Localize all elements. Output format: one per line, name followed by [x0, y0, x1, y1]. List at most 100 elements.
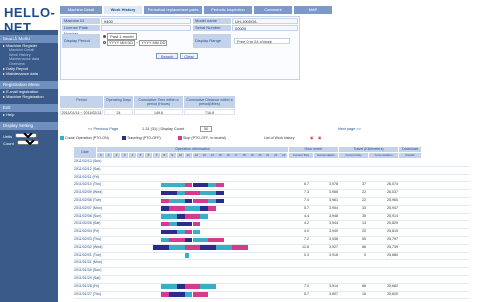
cell-t1: 35 [362, 213, 366, 218]
clear-button[interactable]: Clear [180, 53, 198, 59]
row-date[interactable]: 2011/02/06 (Sun) [74, 214, 102, 218]
model-label: Model name [193, 18, 231, 24]
operation-segment [216, 198, 225, 203]
date-to-input[interactable]: YYYY MM DD [139, 40, 168, 46]
operation-segment [216, 182, 225, 188]
row-date[interactable]: 2011/01/29 (Sat) [74, 276, 101, 280]
cell-t1: 20 [362, 229, 366, 234]
legend-item-1: Traveling (PTO-OFF) [122, 136, 161, 141]
operation-segment [184, 214, 201, 219]
cell-t1: 37 [362, 182, 366, 187]
table-row [74, 220, 470, 222]
pager-info: 1-31 (31) | Display Count [142, 127, 185, 131]
display-range-select[interactable]: Free 0 to 24 o'clock [234, 38, 290, 44]
download-header: Download [399, 147, 421, 152]
cell-t1: 0 [364, 252, 366, 257]
hour-meter-header: Hour meter [289, 147, 338, 152]
operation-segment [200, 214, 209, 219]
row-date[interactable]: 2011/02/11 (Fri) [74, 175, 99, 179]
plate-value [101, 25, 191, 31]
row-date[interactable]: 2011/02/02 (Wed) [74, 245, 102, 249]
sidebar-section-4: Display Setting [0, 122, 58, 131]
row-date[interactable]: 2011/01/27 (Thu) [74, 292, 101, 296]
summary-value-3: 716.8 [184, 109, 235, 115]
sidebar-section-2: Exit [0, 104, 58, 113]
row-date[interactable]: 2011/02/01 (Tue) [74, 253, 101, 257]
legend-item-2: Stop (PTO-OFF, in neutral) [178, 136, 226, 141]
table-row [74, 236, 470, 237]
sidebar-item-1-1[interactable]: ▸ Machine Registration [0, 94, 58, 99]
tab-work-history[interactable]: Work History [104, 6, 142, 14]
cell-h1: 5.7 [304, 205, 309, 210]
summary-header-0: Period [60, 96, 103, 108]
tab-map[interactable]: MAP [294, 6, 332, 14]
operation-segment [184, 190, 201, 196]
row-date[interactable]: 2011/02/05 (Sat) [74, 221, 101, 225]
row-date[interactable]: 2011/01/30 (Sun) [74, 268, 102, 272]
pdf-download-icon[interactable]: ▣ [318, 136, 321, 140]
count-select[interactable]: 50 [16, 140, 39, 146]
row-date[interactable]: 2011/01/28 (Fri) [74, 284, 99, 288]
tab-periodic-inspection[interactable]: Periodic inspection [204, 6, 252, 14]
operation-segment [232, 245, 249, 250]
period-radio-1[interactable] [103, 35, 106, 38]
csv-download-icon[interactable]: ▣ [310, 136, 313, 140]
period-radio-2[interactable] [103, 41, 106, 44]
search-button[interactable]: Search [156, 53, 178, 59]
cell-t2: 25,680 [387, 252, 398, 257]
date-from-input[interactable]: YYYY MM DD [107, 40, 136, 46]
cell-t2: 25,829 [387, 221, 398, 226]
prev-page-link[interactable]: << Previous Page [88, 127, 118, 131]
serial-value: 00000 [232, 25, 298, 31]
operation-segment [160, 221, 169, 227]
row-date[interactable]: 2011/02/03 (Thu) [74, 237, 101, 241]
row-date[interactable]: 2011/02/12 (Sat) [74, 167, 101, 171]
operation-segment [184, 229, 193, 235]
operation-segment [208, 237, 225, 242]
operation-segment [176, 221, 193, 227]
row-date[interactable]: 2011/02/10 (Thu) [74, 182, 101, 186]
units-select[interactable]: Non-metric [15, 133, 38, 139]
summary-header-1: Operating Days [104, 96, 133, 108]
sidebar-item-3-0[interactable]: ▸ Help [0, 112, 58, 117]
row-date[interactable]: 2011/02/08 (Tue) [74, 198, 101, 202]
period-option-1[interactable]: Past 1 month [103, 33, 137, 40]
next-page-link[interactable]: Next page >> [338, 127, 361, 131]
operation-segment [184, 292, 193, 297]
operation-segment [168, 292, 185, 297]
operation-segment [160, 198, 169, 203]
cell-t2: 26,074 [387, 182, 398, 187]
display-count-select[interactable]: 50 [200, 126, 213, 132]
row-date[interactable]: 2011/02/07 (Mon) [74, 206, 102, 210]
table-row [74, 282, 470, 284]
operation-segment [184, 237, 193, 242]
count-label: Count [3, 141, 14, 147]
operation-segment [192, 292, 209, 297]
sidebar-item-0-2[interactable]: ▸ Maintenance data [0, 71, 58, 76]
cell-t1: 16 [362, 291, 366, 296]
tab-machine-detail[interactable]: Machine Detail [60, 6, 102, 14]
operation-segment [184, 198, 193, 203]
legend-swatch-1 [122, 136, 126, 141]
row-date[interactable]: 2011/01/31 (Mon) [74, 260, 102, 264]
row-date[interactable]: 2011/02/04 (Fri) [74, 229, 99, 233]
period-option-2[interactable]: YYYY MM DD ~ YYYY MM DD [103, 40, 168, 46]
operation-segment [168, 245, 185, 250]
operation-segment [192, 237, 209, 242]
table-row [74, 212, 470, 214]
operation-segment [208, 182, 217, 188]
row-date[interactable]: 2011/02/13 (Sun) [74, 159, 102, 163]
table-row [74, 290, 470, 292]
operation-segment [160, 237, 169, 242]
summary-header-2: Cumulative Time within a period (Hours) [134, 96, 183, 108]
tab-bar: Machine Detail Work History Periodical rep… [60, 0, 470, 14]
operation-segment [200, 190, 217, 196]
units-setting: Units Non-metric [0, 133, 58, 140]
cell-t2: 25,914 [387, 213, 398, 218]
row-date[interactable]: 2011/02/09 (Wed) [74, 190, 102, 194]
tab-comment[interactable]: Comment [254, 6, 292, 14]
cell-h2: 3,940 [329, 229, 338, 234]
count-setting: Count 50 [0, 140, 58, 147]
cell-h2: 3,936 [329, 237, 338, 241]
tab-periodical-replacement-parts[interactable]: Periodical replacement parts [144, 6, 202, 14]
